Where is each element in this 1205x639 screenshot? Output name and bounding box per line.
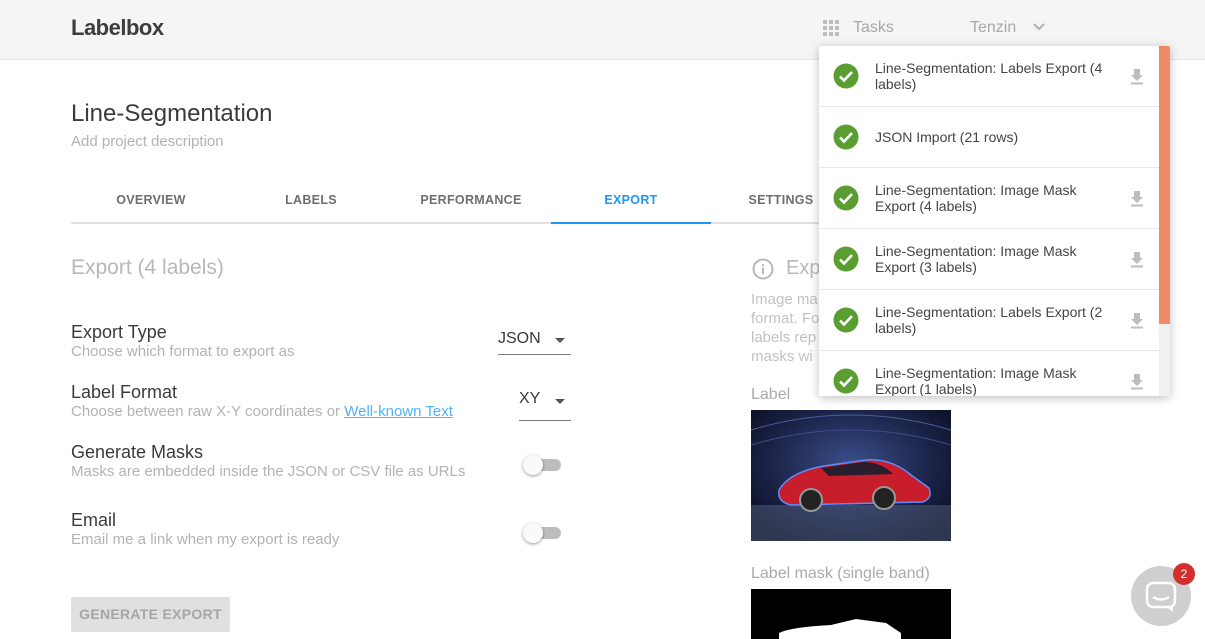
task-text: JSON Import (21 rows)	[875, 129, 1019, 145]
chevron-down-icon[interactable]	[1030, 18, 1048, 36]
popup-scrollbar-thumb[interactable]	[1159, 46, 1170, 324]
task-text: Line-Segmentation: Image Mask Export (4 …	[875, 182, 1077, 214]
tab-labels[interactable]: LABELS	[231, 178, 391, 224]
caret-down-icon	[555, 399, 565, 404]
generate-masks-desc: Masks are embedded inside the JSON or CS…	[71, 463, 466, 480]
apps-grid-icon[interactable]	[823, 20, 839, 36]
generate-masks-toggle[interactable]	[523, 455, 561, 475]
task-text: Line-Segmentation: Image Mask Export (1 …	[875, 365, 1077, 396]
check-circle-icon	[833, 246, 859, 272]
example-title: Exp	[786, 257, 821, 279]
task-item: JSON Import (21 rows)	[819, 107, 1159, 168]
check-circle-icon	[833, 368, 859, 394]
task-item: Line-Segmentation: Image Mask Export (3 …	[819, 229, 1159, 290]
download-icon[interactable]	[1127, 188, 1147, 208]
check-circle-icon	[833, 124, 859, 150]
tasks-menu[interactable]: Tasks	[853, 19, 894, 37]
export-type-title: Export Type	[71, 322, 167, 342]
generate-export-button[interactable]: GENERATE EXPORT	[71, 597, 230, 632]
task-item: Line-Segmentation: Image Mask Export (4 …	[819, 168, 1159, 229]
check-circle-icon	[833, 307, 859, 333]
email-desc: Email me a link when my export is ready	[71, 531, 340, 548]
tab-overview[interactable]: OVERVIEW	[71, 178, 231, 224]
check-circle-icon	[833, 63, 859, 89]
notification-badge: 2	[1173, 563, 1195, 585]
task-text: Line-Segmentation: Labels Export (2 labe…	[875, 304, 1103, 336]
project-description[interactable]: Add project description	[71, 133, 224, 150]
export-section-title: Export (4 labels)	[71, 256, 224, 279]
task-text: Line-Segmentation: Labels Export (4 labe…	[875, 60, 1103, 92]
task-item: Line-Segmentation: Labels Export (4 labe…	[819, 46, 1159, 107]
export-type-select[interactable]: JSON	[498, 327, 571, 355]
mask-caption: Label mask (single band)	[751, 565, 930, 582]
label-format-title: Label Format	[71, 382, 178, 402]
project-title: Line-Segmentation	[71, 100, 273, 127]
download-icon[interactable]	[1127, 371, 1147, 391]
project-tabs: OVERVIEW LABELS PERFORMANCE EXPORT SETTI…	[71, 178, 851, 224]
email-toggle[interactable]	[523, 523, 561, 543]
tab-performance[interactable]: PERFORMANCE	[391, 178, 551, 224]
export-type-desc: Choose which format to export as	[71, 343, 295, 360]
tasks-popup: Line-Segmentation: Labels Export (4 labe…	[819, 46, 1170, 396]
caret-down-icon	[555, 338, 565, 343]
label-example-image	[751, 410, 951, 541]
download-icon[interactable]	[1127, 310, 1147, 330]
tab-export[interactable]: EXPORT	[551, 178, 711, 224]
info-icon	[752, 258, 774, 280]
check-circle-icon	[833, 185, 859, 211]
label-format-value: XY	[519, 390, 541, 407]
mask-example-image	[751, 589, 951, 639]
label-format-desc: Choose between raw X-Y coordinates or We…	[71, 403, 453, 420]
generate-masks-title: Generate Masks	[71, 442, 204, 462]
app-logo[interactable]: Labelbox	[71, 15, 164, 41]
label-caption: Label	[751, 386, 791, 403]
download-icon[interactable]	[1127, 66, 1147, 86]
task-text: Line-Segmentation: Image Mask Export (3 …	[875, 243, 1077, 275]
download-icon[interactable]	[1127, 249, 1147, 269]
user-menu[interactable]: Tenzin	[970, 19, 1016, 37]
email-title: Email	[71, 510, 117, 530]
label-format-select[interactable]: XY	[519, 387, 571, 421]
well-known-text-link[interactable]: Well-known Text	[344, 403, 453, 420]
export-type-value: JSON	[498, 330, 541, 347]
task-item: Line-Segmentation: Labels Export (2 labe…	[819, 290, 1159, 351]
task-item: Line-Segmentation: Image Mask Export (1 …	[819, 351, 1159, 396]
